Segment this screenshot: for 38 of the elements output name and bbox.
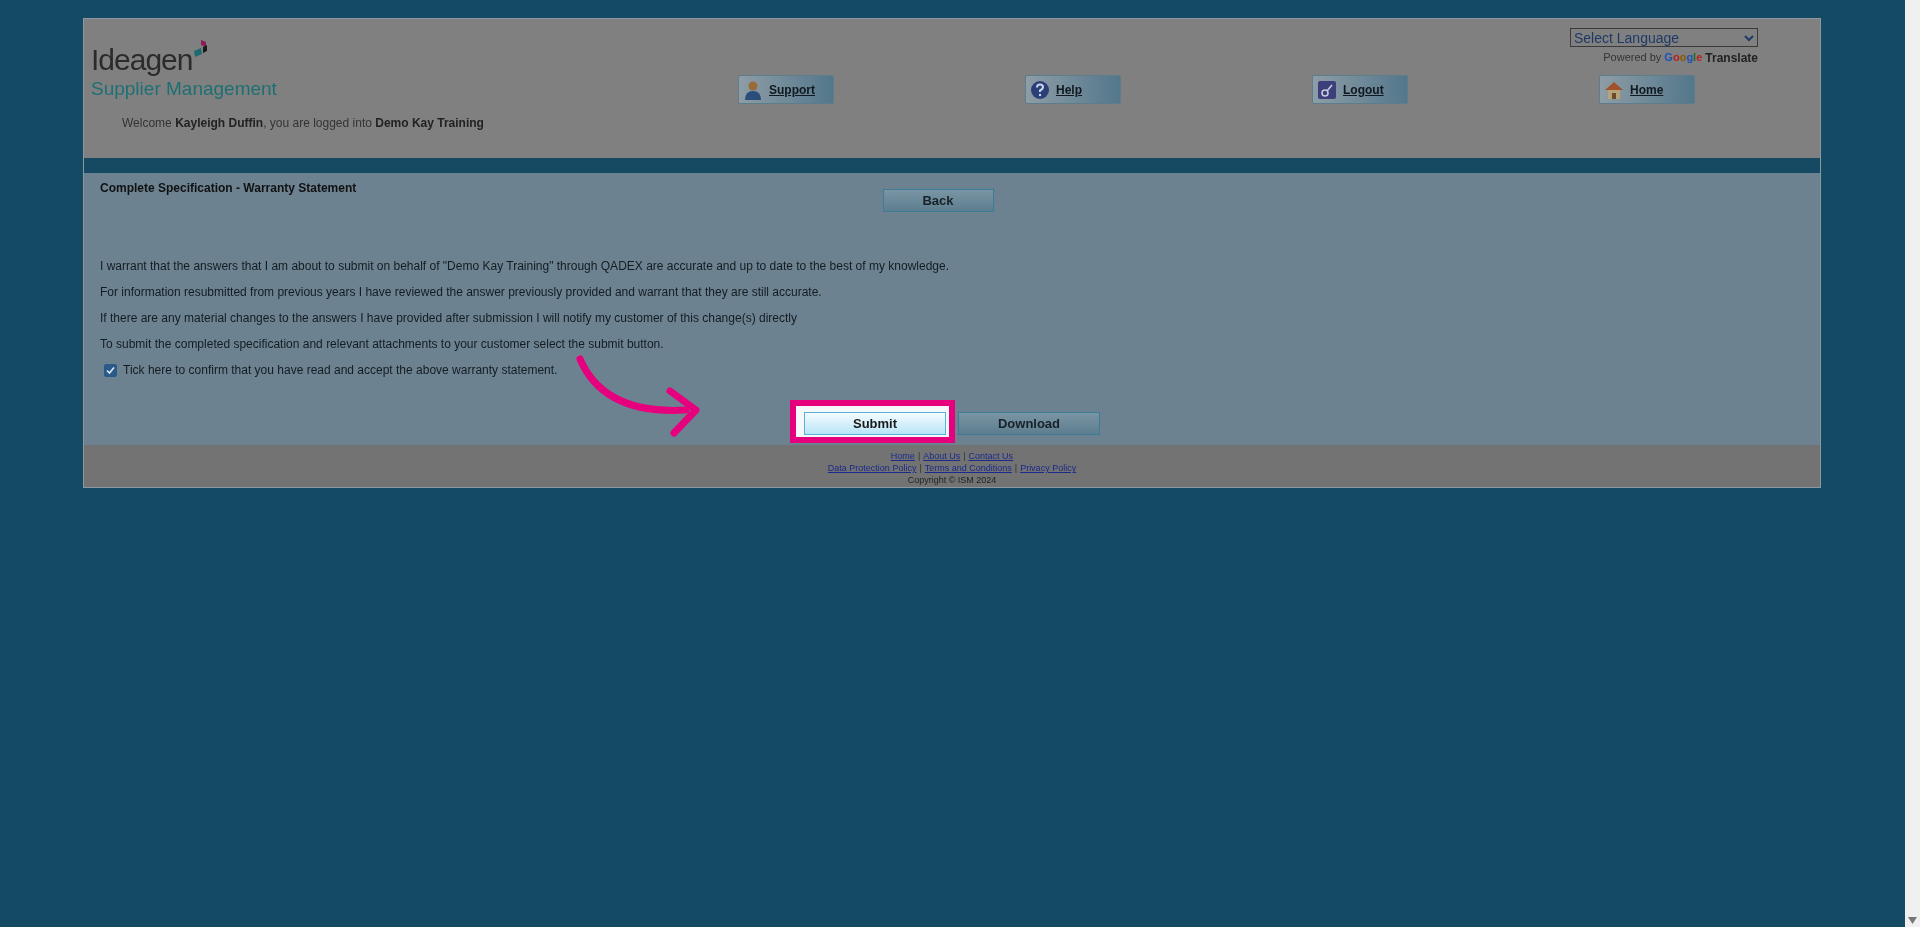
google-wordmark: Google bbox=[1664, 51, 1703, 65]
help-icon bbox=[1030, 79, 1050, 100]
confirm-label: Tick here to confirm that you have read and accept the above warranty statement. bbox=[123, 363, 558, 377]
key-icon bbox=[1317, 79, 1337, 100]
back-button[interactable]: Back bbox=[882, 189, 994, 212]
welcome-message: Welcome Kayleigh Duffin, you are logged into Demo Kay Training bbox=[121, 115, 485, 130]
nav-button[interactable]: Help bbox=[1025, 75, 1121, 104]
warranty-paragraph: I warrant that the answers that I am about to submit on behalf of "Demo Kay Training" through QADEX are accurate and up to date to the best of my knowledge. bbox=[100, 260, 950, 273]
chevron-down-icon bbox=[1744, 33, 1754, 42]
page-title: Complete Specification - Warranty Statement bbox=[100, 181, 358, 195]
link-separator: | bbox=[963, 451, 966, 461]
action-button[interactable]: Download bbox=[958, 412, 1100, 435]
warranty-paragraph: If there are any material changes to the answers I have provided after submission I will notify my customer of this change(s) directly bbox=[100, 312, 798, 325]
language-select[interactable]: Select Language bbox=[1570, 28, 1758, 47]
nav-button[interactable]: Logout bbox=[1312, 75, 1408, 104]
confirm-checkbox[interactable] bbox=[104, 363, 117, 377]
footer-link[interactable]: Terms and Conditions bbox=[924, 463, 1012, 473]
footer-link[interactable]: Data Protection Policy bbox=[827, 463, 917, 473]
link-separator: | bbox=[917, 451, 921, 461]
translate-text: Translate bbox=[1705, 51, 1758, 65]
scroll-down-icon[interactable] bbox=[1908, 917, 1917, 924]
footer-link[interactable]: Contact Us bbox=[968, 451, 1014, 461]
logo-subtitle: Supplier Management bbox=[91, 78, 278, 100]
link-separator: | bbox=[1014, 463, 1018, 473]
copyright-text: Copyright © ISM 2024 bbox=[907, 475, 997, 485]
link-separator: | bbox=[919, 463, 922, 473]
warranty-paragraph: For information resubmitted from previous years I have reviewed the answer previously provided and warrant that they are still accurate. bbox=[100, 286, 823, 299]
logo-wordmark: Ideagen bbox=[91, 45, 193, 75]
footer-link[interactable]: About Us bbox=[923, 451, 961, 461]
house-icon bbox=[1604, 79, 1624, 100]
action-button[interactable]: Submit bbox=[804, 412, 946, 435]
nav-button[interactable]: Home bbox=[1599, 75, 1695, 104]
person-icon bbox=[743, 79, 763, 100]
warranty-paragraph: To submit the completed specification and relevant attachments to your customer select the submit button. bbox=[100, 338, 665, 351]
powered-by-text: Powered by bbox=[1603, 51, 1662, 65]
footer-link[interactable]: Privacy Policy bbox=[1020, 463, 1077, 473]
nav-button[interactable]: Support bbox=[738, 75, 834, 104]
footer-link[interactable]: Home bbox=[890, 451, 915, 461]
